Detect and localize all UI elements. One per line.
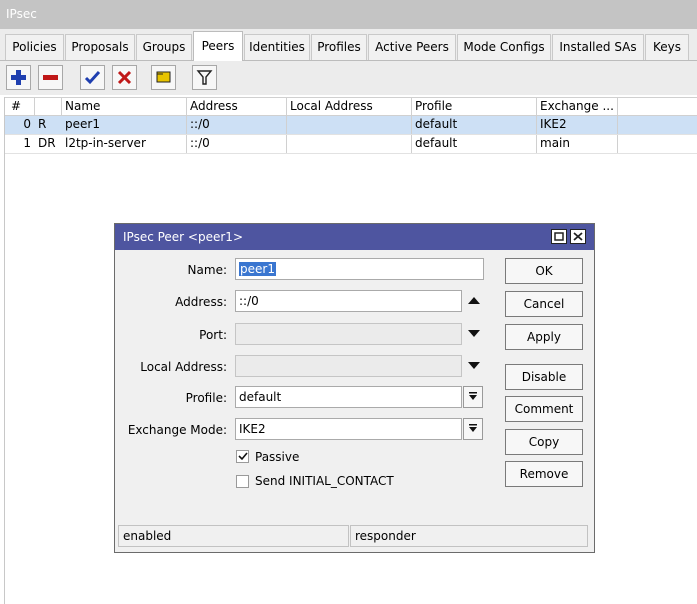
maximize-button[interactable]: [551, 229, 567, 244]
profile-select[interactable]: default: [235, 386, 462, 408]
row-exchange: main: [537, 135, 618, 153]
column-flags[interactable]: [35, 98, 62, 115]
remove-button[interactable]: [38, 65, 63, 90]
profile-dropdown-button[interactable]: [463, 386, 483, 408]
tab-bar: Policies Proposals Groups Peers Identiti…: [0, 29, 697, 61]
send-initial-contact-label: Send INITIAL_CONTACT: [255, 474, 394, 488]
tab-proposals[interactable]: Proposals: [65, 34, 135, 60]
ok-button[interactable]: OK: [505, 258, 583, 284]
remove-icon: [43, 75, 58, 80]
table-row[interactable]: 1 DR l2tp-in-server ::/0 default main: [5, 135, 697, 154]
column-profile[interactable]: Profile: [412, 98, 537, 115]
copy-button[interactable]: Copy: [505, 429, 583, 455]
filter-button[interactable]: [192, 65, 217, 90]
row-address: ::/0: [187, 116, 287, 134]
row-flags: DR: [38, 136, 56, 150]
row-local-address: [287, 135, 412, 153]
exchange-mode-label: Exchange Mode:: [127, 423, 227, 437]
row-profile: default: [412, 135, 537, 153]
tab-mode-configs[interactable]: Mode Configs: [457, 34, 551, 60]
status-enabled: enabled: [118, 525, 349, 547]
profile-label: Profile:: [185, 391, 227, 405]
tab-identities[interactable]: Identities: [244, 34, 310, 60]
row-profile: default: [412, 116, 537, 134]
row-exchange: IKE2: [537, 116, 618, 134]
cancel-button[interactable]: Cancel: [505, 291, 583, 317]
enable-button[interactable]: [80, 65, 105, 90]
tab-groups[interactable]: Groups: [136, 34, 192, 60]
port-label: Port:: [199, 328, 227, 342]
row-num: 1: [23, 136, 31, 150]
column-exchange[interactable]: Exchange ...: [537, 98, 618, 115]
disable-button[interactable]: [112, 65, 137, 90]
tab-installed-sas[interactable]: Installed SAs: [552, 34, 644, 60]
row-flags: R: [38, 117, 47, 131]
row-num: 0: [23, 117, 31, 131]
tab-policies[interactable]: Policies: [5, 34, 64, 60]
address-field[interactable]: ::/0: [235, 290, 462, 312]
exchange-mode-dropdown-button[interactable]: [463, 418, 483, 440]
collapse-up-icon[interactable]: [468, 296, 480, 306]
name-field[interactable]: peer1: [235, 258, 484, 280]
disable-button[interactable]: Disable: [505, 364, 583, 390]
tab-active-peers[interactable]: Active Peers: [368, 34, 456, 60]
table-header: # Name Address Local Address Profile Exc…: [5, 97, 697, 116]
maximize-icon: [554, 232, 564, 241]
filter-icon: [196, 70, 213, 85]
name-value: peer1: [239, 262, 276, 276]
window-title: IPsec: [0, 0, 697, 29]
comment-button[interactable]: Comment: [505, 396, 583, 422]
add-icon: [11, 70, 26, 85]
toolbar: [0, 61, 697, 95]
column-local-address[interactable]: Local Address: [287, 98, 412, 115]
row-local-address: [287, 116, 412, 134]
passive-label: Passive: [255, 450, 300, 464]
dropdown-icon: [469, 424, 477, 432]
dialog-title: IPsec Peer <peer1>: [115, 224, 594, 250]
address-label: Address:: [175, 295, 227, 309]
tab-profiles[interactable]: Profiles: [311, 34, 367, 60]
apply-button[interactable]: Apply: [505, 324, 583, 350]
row-name: peer1: [62, 116, 187, 134]
remove-button[interactable]: Remove: [505, 461, 583, 487]
peer-dialog: IPsec Peer <peer1> Name: Address: Port: …: [114, 223, 595, 553]
row-name: l2tp-in-server: [62, 135, 187, 153]
expand-down-icon[interactable]: [468, 361, 480, 371]
column-num[interactable]: #: [5, 98, 35, 115]
local-address-label: Local Address:: [140, 360, 227, 374]
column-address[interactable]: Address: [187, 98, 287, 115]
row-address: ::/0: [187, 135, 287, 153]
dropdown-icon: [469, 392, 477, 400]
local-address-field[interactable]: [235, 355, 462, 377]
table-row[interactable]: 0 R peer1 ::/0 default IKE2: [5, 116, 697, 135]
check-icon: [238, 452, 248, 461]
tab-peers[interactable]: Peers: [193, 31, 243, 61]
comment-button[interactable]: [151, 65, 176, 90]
status-responder: responder: [350, 525, 588, 547]
port-field[interactable]: [235, 323, 462, 345]
comment-icon: [156, 71, 171, 83]
name-label: Name:: [187, 263, 227, 277]
exchange-mode-select[interactable]: IKE2: [235, 418, 462, 440]
send-initial-contact-checkbox[interactable]: [236, 475, 249, 488]
cross-icon: [117, 70, 132, 85]
check-icon: [84, 70, 101, 85]
passive-checkbox[interactable]: [236, 450, 249, 463]
column-name[interactable]: Name: [62, 98, 187, 115]
close-icon: [573, 232, 583, 241]
tab-keys[interactable]: Keys: [645, 34, 689, 60]
add-button[interactable]: [6, 65, 31, 90]
close-button[interactable]: [570, 229, 586, 244]
expand-down-icon[interactable]: [468, 329, 480, 339]
list-border: [4, 97, 5, 604]
